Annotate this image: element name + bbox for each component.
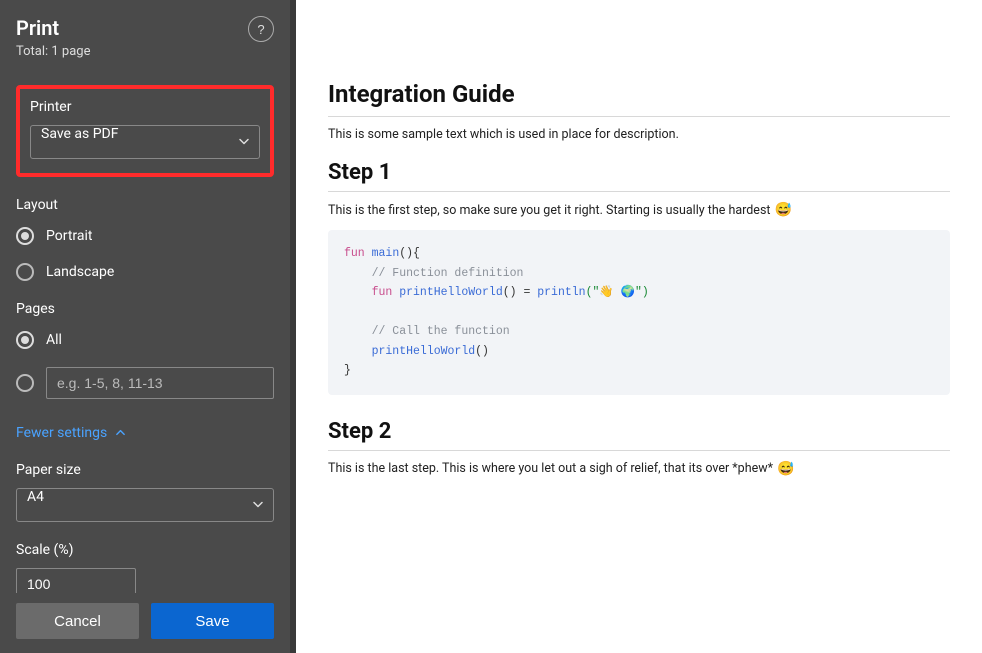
sweat-smile-emoji-icon: 😅: [774, 202, 791, 218]
document: Integration Guide This is some sample te…: [328, 80, 950, 477]
pages-range-radio[interactable]: [16, 374, 34, 392]
layout-landscape-label: Landscape: [46, 264, 114, 280]
radio-icon: [16, 331, 34, 349]
radio-icon: [16, 374, 34, 392]
pages-all-label: All: [46, 332, 62, 348]
help-button[interactable]: ?: [248, 16, 274, 42]
print-title: Print: [16, 16, 91, 40]
paper-size-label: Paper size: [16, 462, 274, 478]
paper-size-select[interactable]: A4: [16, 488, 274, 522]
sidebar-header: Print Total: 1 page ?: [0, 0, 290, 71]
fewer-settings-label: Fewer settings: [16, 425, 107, 441]
printer-select[interactable]: Save as PDF: [30, 125, 260, 159]
scale-label: Scale (%): [16, 542, 274, 558]
scale-input[interactable]: [16, 568, 136, 593]
step1-heading: Step 1: [328, 160, 950, 185]
step2-heading: Step 2: [328, 419, 950, 444]
globe-emoji-icon: 🌍: [621, 286, 635, 299]
printer-select-value: Save as PDF: [41, 126, 119, 142]
scale-section: Scale (%): [16, 542, 274, 593]
sidebar-body: Printer Save as PDF Layout Portrait: [0, 71, 290, 593]
printer-section-highlight: Printer Save as PDF: [16, 85, 274, 177]
code-block: fun main(){ // Function definition fun p…: [328, 230, 950, 395]
cancel-button[interactable]: Cancel: [16, 603, 139, 639]
save-button[interactable]: Save: [151, 603, 274, 639]
paper-size-value: A4: [27, 489, 44, 505]
layout-section: Layout Portrait Landscape: [16, 197, 274, 281]
radio-icon: [16, 227, 34, 245]
divider: [328, 191, 950, 192]
divider: [328, 450, 950, 451]
pages-all-radio[interactable]: All: [16, 331, 274, 349]
step1-text: This is the first step, so make sure you…: [328, 202, 950, 218]
pages-section: Pages All: [16, 301, 274, 399]
step2-text: This is the last step. This is where you…: [328, 461, 950, 477]
divider: [328, 116, 950, 117]
printer-label: Printer: [30, 99, 260, 115]
layout-label: Layout: [16, 197, 274, 213]
print-sidebar: Print Total: 1 page ? Printer Save as PD…: [0, 0, 290, 653]
chevron-up-icon: [115, 423, 126, 442]
sidebar-footer: Cancel Save: [0, 593, 290, 653]
help-icon: ?: [257, 22, 264, 37]
pages-label: Pages: [16, 301, 274, 317]
layout-landscape-radio[interactable]: Landscape: [16, 263, 274, 281]
layout-portrait-label: Portrait: [46, 228, 92, 244]
print-page-count: Total: 1 page: [16, 44, 91, 59]
doc-title: Integration Guide: [328, 80, 950, 108]
sweat-smile-emoji-icon: 😅: [777, 461, 794, 477]
pages-range-input[interactable]: [46, 367, 274, 399]
paper-size-section: Paper size A4: [16, 462, 274, 522]
radio-icon: [16, 263, 34, 281]
fewer-settings-link[interactable]: Fewer settings: [16, 423, 274, 442]
doc-description: This is some sample text which is used i…: [328, 127, 950, 142]
layout-portrait-radio[interactable]: Portrait: [16, 227, 274, 245]
wave-emoji-icon: 👋: [599, 286, 613, 299]
print-preview: Integration Guide This is some sample te…: [296, 0, 982, 653]
